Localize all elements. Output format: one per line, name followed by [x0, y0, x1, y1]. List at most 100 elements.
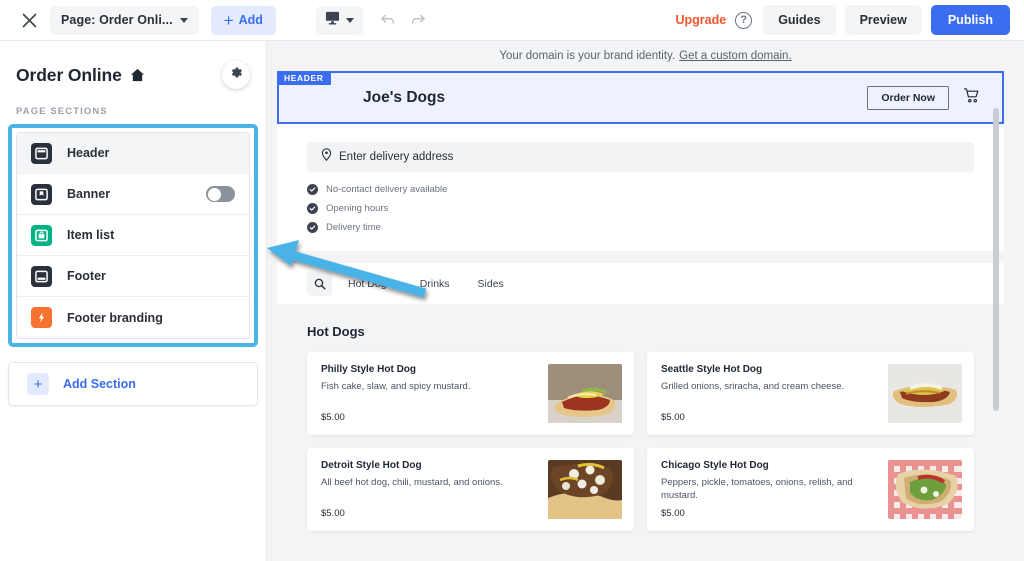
page-sections-highlight: Header Banner Item list Footer Footer br…: [8, 124, 258, 347]
menu-item-name: Detroit Style Hot Dog: [321, 460, 422, 471]
sidebar-header: Order Online: [0, 41, 266, 89]
menu-item-description: Fish cake, slaw, and spicy mustard.: [321, 381, 471, 392]
menu-item-grid: Philly Style Hot Dog Fish cake, slaw, an…: [307, 352, 974, 531]
list-item[interactable]: Philly Style Hot Dog Fish cake, slaw, an…: [307, 352, 634, 435]
list-item: No-contact delivery available: [307, 184, 1004, 195]
preview-header-section[interactable]: HEADER Joe's Dogs Order Now: [277, 71, 1004, 124]
chevron-down-icon: [179, 17, 188, 23]
menu-item-price: $5.00: [661, 412, 685, 423]
delivery-address-placeholder: Enter delivery address: [339, 151, 454, 163]
seattle-hot-dog-photo: [888, 364, 962, 423]
tab-drinks[interactable]: Drinks: [408, 278, 462, 290]
menu-item-price: $5.00: [321, 412, 345, 423]
menu-item-text: Detroit Style Hot Dog All beef hot dog, …: [321, 460, 548, 519]
search-icon[interactable]: [307, 271, 332, 296]
menu-item-text: Philly Style Hot Dog Fish cake, slaw, an…: [321, 364, 548, 423]
sidebar-item-header[interactable]: Header: [17, 133, 249, 174]
vertical-scrollbar[interactable]: [993, 108, 999, 411]
desktop-icon: [325, 11, 340, 30]
toggle-knob: [207, 187, 221, 201]
site-preview: HEADER Joe's Dogs Order Now Enter delive…: [277, 71, 1004, 561]
upgrade-link[interactable]: Upgrade: [676, 13, 727, 27]
list-item[interactable]: Seattle Style Hot Dog Grilled onions, sr…: [647, 352, 974, 435]
sidebar-item-item-list[interactable]: Item list: [17, 215, 249, 256]
menu-items-area: Hot Dogs Philly Style Hot Dog Fish cake,…: [277, 304, 1004, 561]
bookmark-icon: [31, 183, 52, 205]
menu-item-description: All beef hot dog, chili, mustard, and on…: [321, 477, 503, 488]
add-button[interactable]: + Add: [210, 5, 276, 35]
order-now-button[interactable]: Order Now: [867, 85, 949, 110]
menu-item-text: Chicago Style Hot Dog Peppers, pickle, t…: [661, 460, 888, 519]
page-sections-label: PAGE SECTIONS: [16, 106, 108, 117]
menu-category-heading: Hot Dogs: [307, 324, 365, 339]
location-pin-icon: [321, 148, 332, 166]
check-circle-icon: [307, 203, 318, 214]
list-item-label: No-contact delivery available: [326, 184, 448, 195]
get-custom-domain-link[interactable]: Get a custom domain.: [679, 50, 792, 62]
help-icon[interactable]: ?: [735, 11, 753, 29]
undo-icon[interactable]: [373, 6, 403, 35]
sidebar-item-banner[interactable]: Banner: [17, 174, 249, 215]
menu-item-price: $5.00: [321, 508, 345, 519]
brand-name: Joe's Dogs: [363, 88, 446, 106]
sidebar-item-label: Header: [67, 146, 110, 160]
header-actions: Order Now: [867, 85, 980, 110]
detroit-hot-dog-photo: [548, 460, 622, 519]
preview-body: Enter delivery address No-contact delive…: [277, 124, 1004, 251]
shopping-bag-icon: [31, 224, 52, 246]
menu-item-text: Seattle Style Hot Dog Grilled onions, sr…: [661, 364, 888, 423]
sidebar: Order Online PAGE SECTIONS Header Banner…: [0, 41, 266, 561]
toolbar-right-group: Upgrade ? Guides Preview Publish: [676, 5, 1010, 35]
top-toolbar: Page: Order Onli... + Add Upgrade ? Guid…: [0, 0, 1024, 41]
domain-notice-text: Your domain is your brand identity.: [499, 50, 676, 62]
lightning-bolt-icon: [31, 307, 52, 328]
page-selector-dropdown[interactable]: Page: Order Onli...: [50, 5, 199, 35]
sidebar-item-label: Footer: [67, 269, 106, 283]
footer-layout-icon: [31, 265, 52, 287]
list-item[interactable]: Detroit Style Hot Dog All beef hot dog, …: [307, 448, 634, 531]
check-circle-icon: [307, 184, 318, 195]
check-circle-icon: [307, 222, 318, 233]
sidebar-item-label: Footer branding: [67, 310, 163, 325]
menu-tabs-bar: Hot Dogs Drinks Sides: [277, 263, 1004, 304]
chevron-down-icon: [345, 17, 354, 23]
list-item-label: Opening hours: [326, 203, 389, 214]
redo-icon[interactable]: [403, 6, 433, 35]
preview-button[interactable]: Preview: [844, 5, 922, 35]
list-item: Delivery time: [307, 222, 1004, 233]
section-tag-header: HEADER: [277, 71, 331, 85]
tab-sides[interactable]: Sides: [466, 278, 516, 290]
publish-button[interactable]: Publish: [930, 5, 1010, 35]
device-selector[interactable]: [315, 5, 363, 35]
sidebar-item-footer[interactable]: Footer: [17, 256, 249, 297]
home-icon: [130, 68, 145, 82]
tab-hot-dogs[interactable]: Hot Dogs: [336, 278, 404, 290]
shopping-cart-icon[interactable]: [963, 87, 980, 109]
menu-item-name: Philly Style Hot Dog: [321, 364, 417, 375]
domain-notice-bar: Your domain is your brand identity. Get …: [267, 41, 1024, 71]
add-section-button[interactable]: + Add Section: [8, 362, 258, 406]
list-item[interactable]: Chicago Style Hot Dog Peppers, pickle, t…: [647, 448, 974, 531]
menu-item-name: Seattle Style Hot Dog: [661, 364, 763, 375]
philly-hot-dog-photo: [548, 364, 622, 423]
section-divider: [277, 251, 1004, 263]
sidebar-item-footer-branding[interactable]: Footer branding: [17, 297, 249, 338]
banner-toggle[interactable]: [206, 186, 235, 202]
sidebar-item-label: Item list: [67, 228, 115, 242]
close-icon[interactable]: [14, 5, 44, 35]
add-button-label: Add: [238, 13, 263, 27]
list-item: Opening hours: [307, 203, 1004, 214]
gear-icon: [230, 66, 243, 84]
page-selector-label: Page: Order Onli...: [61, 13, 173, 27]
add-section-label: Add Section: [63, 377, 136, 391]
list-item-label: Delivery time: [326, 222, 381, 233]
plus-icon: +: [27, 373, 49, 395]
delivery-address-input[interactable]: Enter delivery address: [307, 142, 974, 172]
guides-button[interactable]: Guides: [763, 5, 836, 35]
settings-button[interactable]: [222, 61, 250, 89]
menu-item-name: Chicago Style Hot Dog: [661, 460, 769, 471]
menu-item-description: Peppers, pickle, tomatoes, onions, relis…: [661, 477, 853, 501]
header-layout-icon: [31, 142, 52, 164]
page-sections-list: Header Banner Item list Footer Footer br…: [16, 132, 250, 339]
sidebar-item-label: Banner: [67, 187, 111, 201]
